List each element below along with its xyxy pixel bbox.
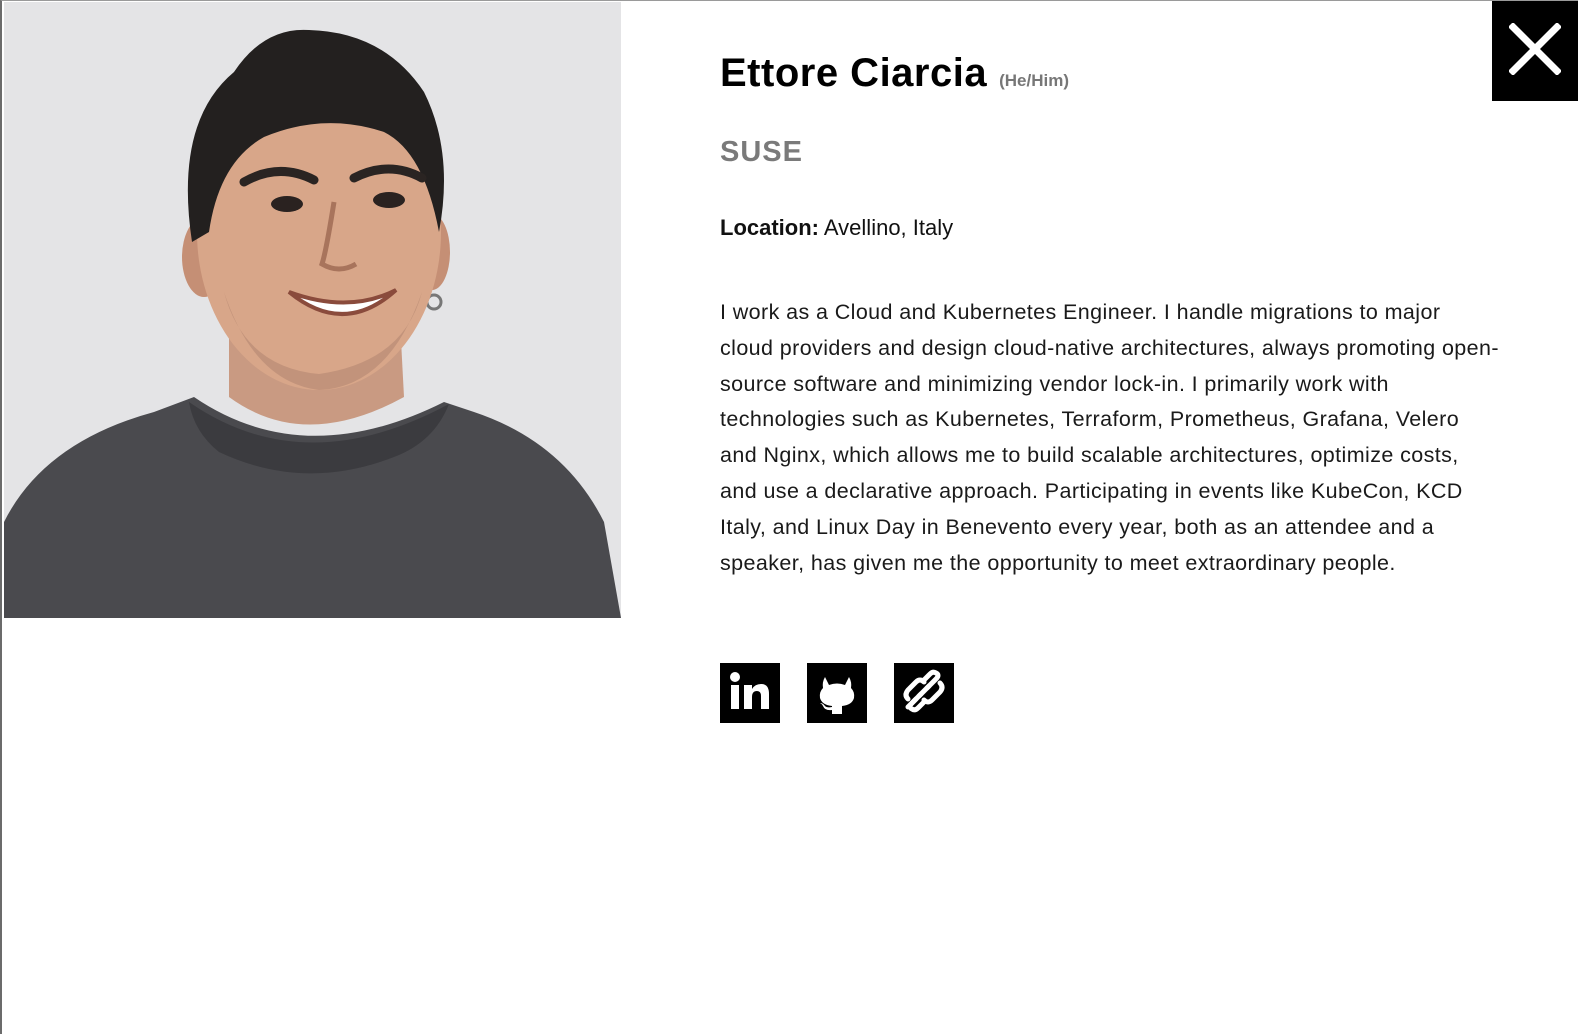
- speaker-bio: I work as a Cloud and Kubernetes Enginee…: [720, 300, 1499, 575]
- speaker-details: Ettore Ciarcia (He/Him) SUSE Location: A…: [720, 51, 1510, 724]
- linkedin-icon: [729, 671, 771, 716]
- name-row: Ettore Ciarcia (He/Him): [720, 51, 1510, 96]
- speaker-name: Ettore Ciarcia: [720, 51, 988, 95]
- location-label: Location:: [720, 215, 819, 240]
- social-links: [720, 663, 1510, 724]
- linkedin-link[interactable]: [720, 663, 780, 724]
- close-icon: [1508, 21, 1562, 80]
- website-link[interactable]: [894, 663, 954, 724]
- github-icon: [814, 668, 860, 719]
- speaker-modal: Ettore Ciarcia (He/Him) SUSE Location: A…: [0, 0, 1578, 1034]
- github-link[interactable]: [807, 663, 867, 724]
- location-value: Avellino, Italy: [823, 215, 954, 240]
- link-icon: [902, 669, 946, 718]
- speaker-company: SUSE: [720, 136, 803, 168]
- speaker-photo: [4, 2, 621, 618]
- speaker-location: Location: Avellino, Italy: [720, 215, 1510, 241]
- speaker-pronouns: (He/Him): [999, 71, 1070, 90]
